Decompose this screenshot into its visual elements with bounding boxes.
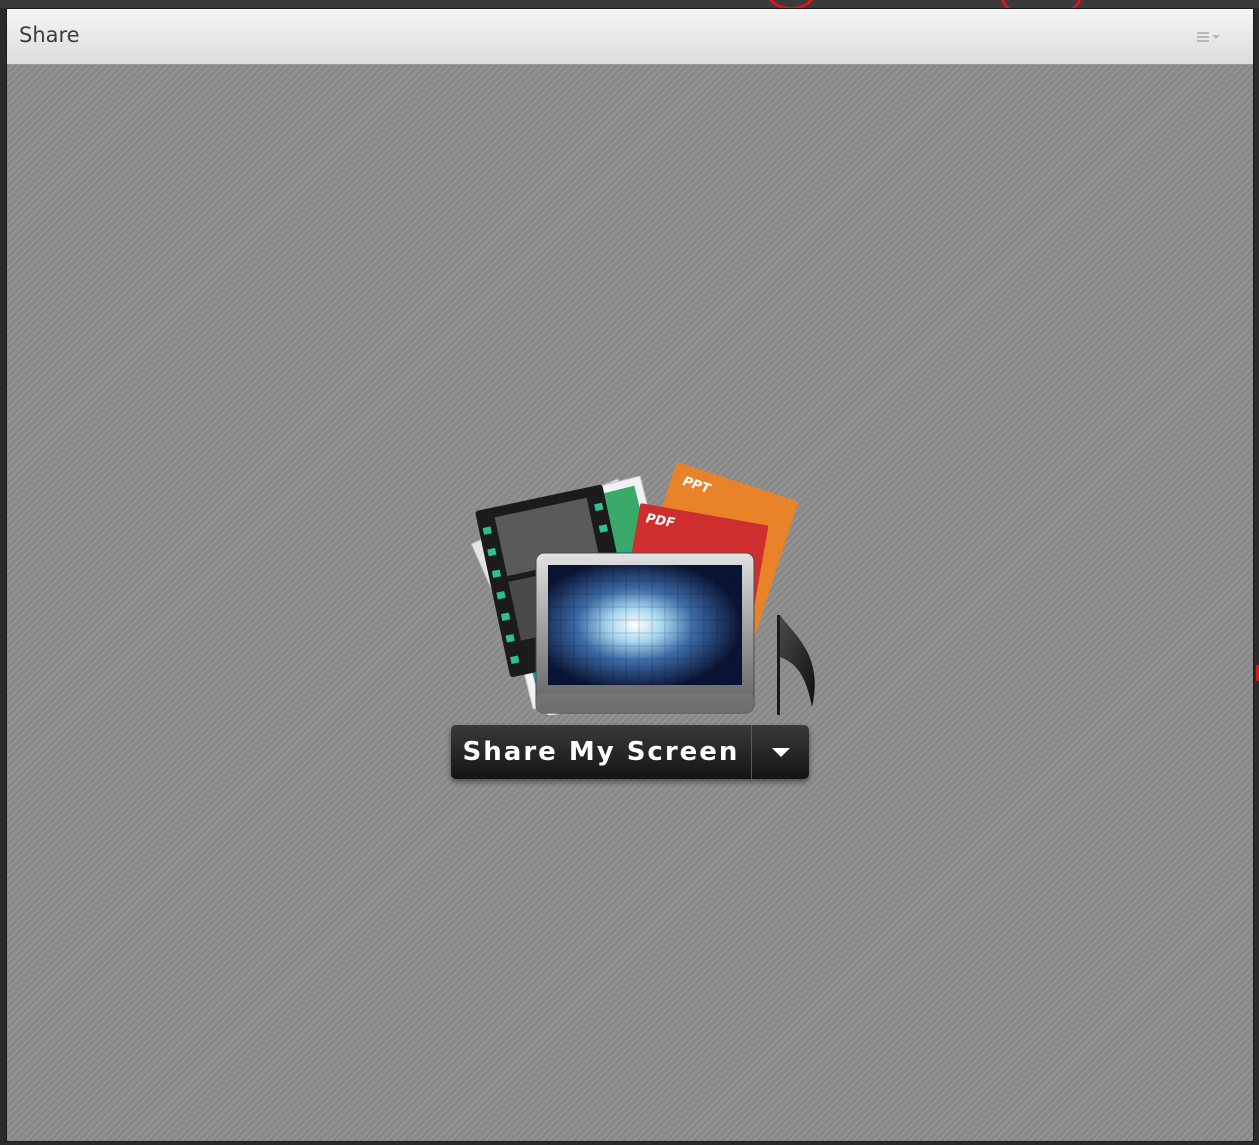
share-my-screen-control: Share My Screen <box>451 725 809 779</box>
pod-header: Share <box>7 9 1253 65</box>
pod-options-menu-icon[interactable] <box>1197 25 1233 49</box>
window-top-bar <box>0 0 1259 8</box>
share-pod: Share PPT PDF Share My Screen <box>6 8 1254 1142</box>
screen-icon <box>535 552 755 714</box>
pod-title: Share <box>19 23 80 47</box>
annotation-circle <box>766 0 816 8</box>
chevron-down-icon <box>771 747 790 757</box>
pod-content-area: PPT PDF Share My Screen <box>7 65 1253 1141</box>
annotation-circle <box>1000 0 1082 8</box>
share-options-dropdown-button[interactable] <box>751 725 809 779</box>
share-my-screen-button[interactable]: Share My Screen <box>451 725 751 779</box>
share-content-illustration: PPT PDF <box>470 462 815 715</box>
